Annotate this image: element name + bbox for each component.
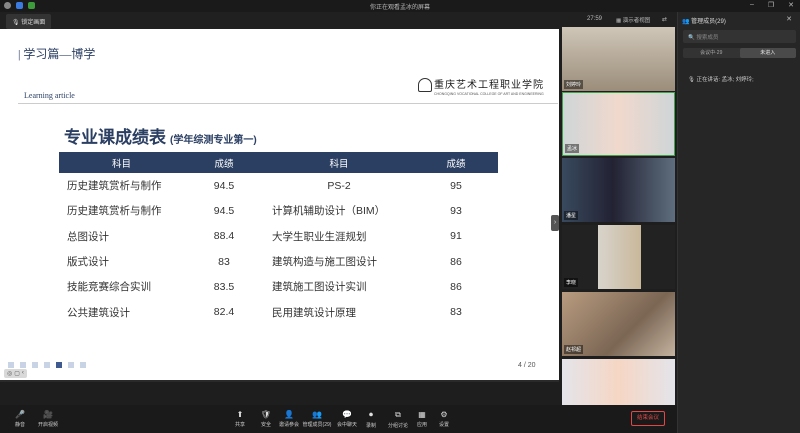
users-icon: 👥 (312, 410, 322, 419)
apps-button[interactable]: ▦ 应用 (413, 410, 431, 428)
share-button[interactable]: ⬆ 共享 (230, 410, 250, 428)
member-search-input[interactable]: 🔍 搜索成员 (683, 30, 796, 43)
column-header: 成绩 (184, 152, 264, 173)
invite-button[interactable]: 👤 邀请参会 (278, 410, 300, 428)
swap-icon[interactable]: ⇄ (662, 16, 667, 23)
add-user-icon: 👤 (284, 410, 294, 419)
tab-in-meeting[interactable]: 会议中·29 (683, 48, 740, 58)
video-tile[interactable]: 李晓 (562, 225, 675, 289)
view-toggle[interactable]: ▦ 演示者视图 (616, 16, 650, 24)
video-gallery: 刘婷玲 孟冰 潘星 李晓 赵祁超 (559, 27, 677, 423)
microphone-icon: 🎤 (15, 410, 25, 419)
slide-title-note: (学年综测专业第一) (170, 135, 257, 146)
meeting-toolbar: 🎤 静音 🎥 开启视频 ⬆ 共享 🛡 安全 👤 邀请参会 👥 管理成员(29) … (0, 405, 677, 433)
slide-progress-dots (8, 362, 86, 368)
panel-title: 👥 管理成员(29) (682, 19, 726, 25)
slide-tools: ◎ ▢ ‹ (4, 369, 27, 378)
restore-icon[interactable]: ❐ (768, 1, 774, 9)
record-button[interactable]: ⏺ 录制 (362, 410, 380, 429)
close-icon[interactable]: ✕ (786, 15, 792, 23)
breakout-button[interactable]: ⧉ 分组讨论 (386, 410, 410, 429)
column-header: 成绩 (414, 152, 498, 173)
share-icon: ⬆ (236, 410, 244, 419)
mute-button[interactable]: 🎤 静音 (10, 410, 30, 428)
members-button[interactable]: 👥 管理成员(29) (301, 410, 333, 428)
camera-icon: 🎥 (43, 410, 53, 419)
window-title: 你正在观看孟冰的屏幕 (369, 5, 430, 11)
collapse-gallery-button[interactable]: › (551, 215, 559, 231)
slide-title: 专业课成绩表 (学年综测专业第一) (64, 128, 257, 147)
end-meeting-button[interactable]: 结束会议 (631, 411, 665, 426)
title-bar: 你正在观看孟冰的屏幕 – ❐ ✕ (0, 0, 800, 12)
column-header: 科目 (264, 152, 414, 173)
annotate-icon[interactable]: ▢ (14, 370, 20, 377)
minimize-icon[interactable]: – (750, 1, 754, 9)
record-icon: ⏺ (369, 410, 373, 419)
settings-button[interactable]: ⚙ 设置 (435, 410, 453, 428)
video-tile[interactable]: 潘星 (562, 158, 675, 222)
table-row: 历史建筑赏析与制作 94.5 PS-2 95 (67, 179, 462, 193)
score-table: 科目 成绩 科目 成绩 历史建筑赏析与制作 94.5 PS-2 95 历史建筑赏… (59, 152, 498, 325)
column-header: 科目 (59, 152, 184, 173)
video-tile[interactable]: 刘婷玲 (562, 27, 675, 91)
members-panel: 👥 管理成员(29) ✕ 🔍 搜索成员 会议中·29 未进入 🎙 正在讲话: 孟… (677, 12, 800, 433)
security-button[interactable]: 🛡 安全 (256, 410, 276, 428)
table-row: 公共建筑设计 82.4 民用建筑设计原理 83 (67, 306, 462, 319)
close-icon[interactable]: ✕ (788, 1, 794, 9)
breakout-icon: ⧉ (395, 410, 401, 419)
table-row: 技能竞赛综合实训 83.5 建筑施工图设计实训 86 (67, 280, 462, 294)
school-emblem-icon (418, 78, 432, 92)
slide-header-subtitle: Learning article (24, 91, 75, 100)
gear-icon: ⚙ (440, 410, 448, 419)
chat-icon: 💬 (342, 410, 352, 419)
school-logo: 重庆艺术工程职业学院 CHONGQING VOCATIONAL COLLEGE … (418, 76, 548, 100)
chat-button[interactable]: 💬 会中聊天 (335, 410, 359, 428)
video-tile[interactable]: 孟冰 (562, 92, 675, 156)
table-row: 版式设计 83 建筑构造与施工图设计 86 (67, 255, 462, 269)
pointer-icon[interactable]: ◎ (7, 370, 12, 377)
divider (18, 103, 558, 104)
lock-view-button[interactable]: 🎙 锁定画面 (6, 14, 52, 29)
school-name-en: CHONGQING VOCATIONAL COLLEGE OF ART AND … (434, 92, 544, 96)
shield-icon: 🛡 (260, 410, 272, 419)
page-indicator: 4 / 20 (518, 362, 536, 369)
tab-not-joined[interactable]: 未进入 (739, 48, 796, 58)
meeting-timer: 27:59 (587, 16, 603, 22)
video-tile[interactable]: 赵祁超 (562, 292, 675, 356)
apps-icon: ▦ (418, 410, 426, 419)
slide-header-title: | 学习篇—博学 (18, 47, 96, 61)
member-tabs: 会议中·29 未进入 (683, 48, 796, 58)
table-row: 总图设计 88.4 大学生职业生涯规划 91 (67, 230, 462, 243)
speaking-indicator: 🎙 正在讲话: 孟冰; 刘婷玲; (688, 77, 754, 83)
table-row: 历史建筑赏析与制作 94.5 计算机辅助设计（BIM） 93 (67, 204, 462, 218)
back-icon[interactable]: ‹ (22, 370, 24, 377)
video-button[interactable]: 🎥 开启视频 (35, 410, 61, 428)
school-name-cn: 重庆艺术工程职业学院 (434, 80, 544, 91)
